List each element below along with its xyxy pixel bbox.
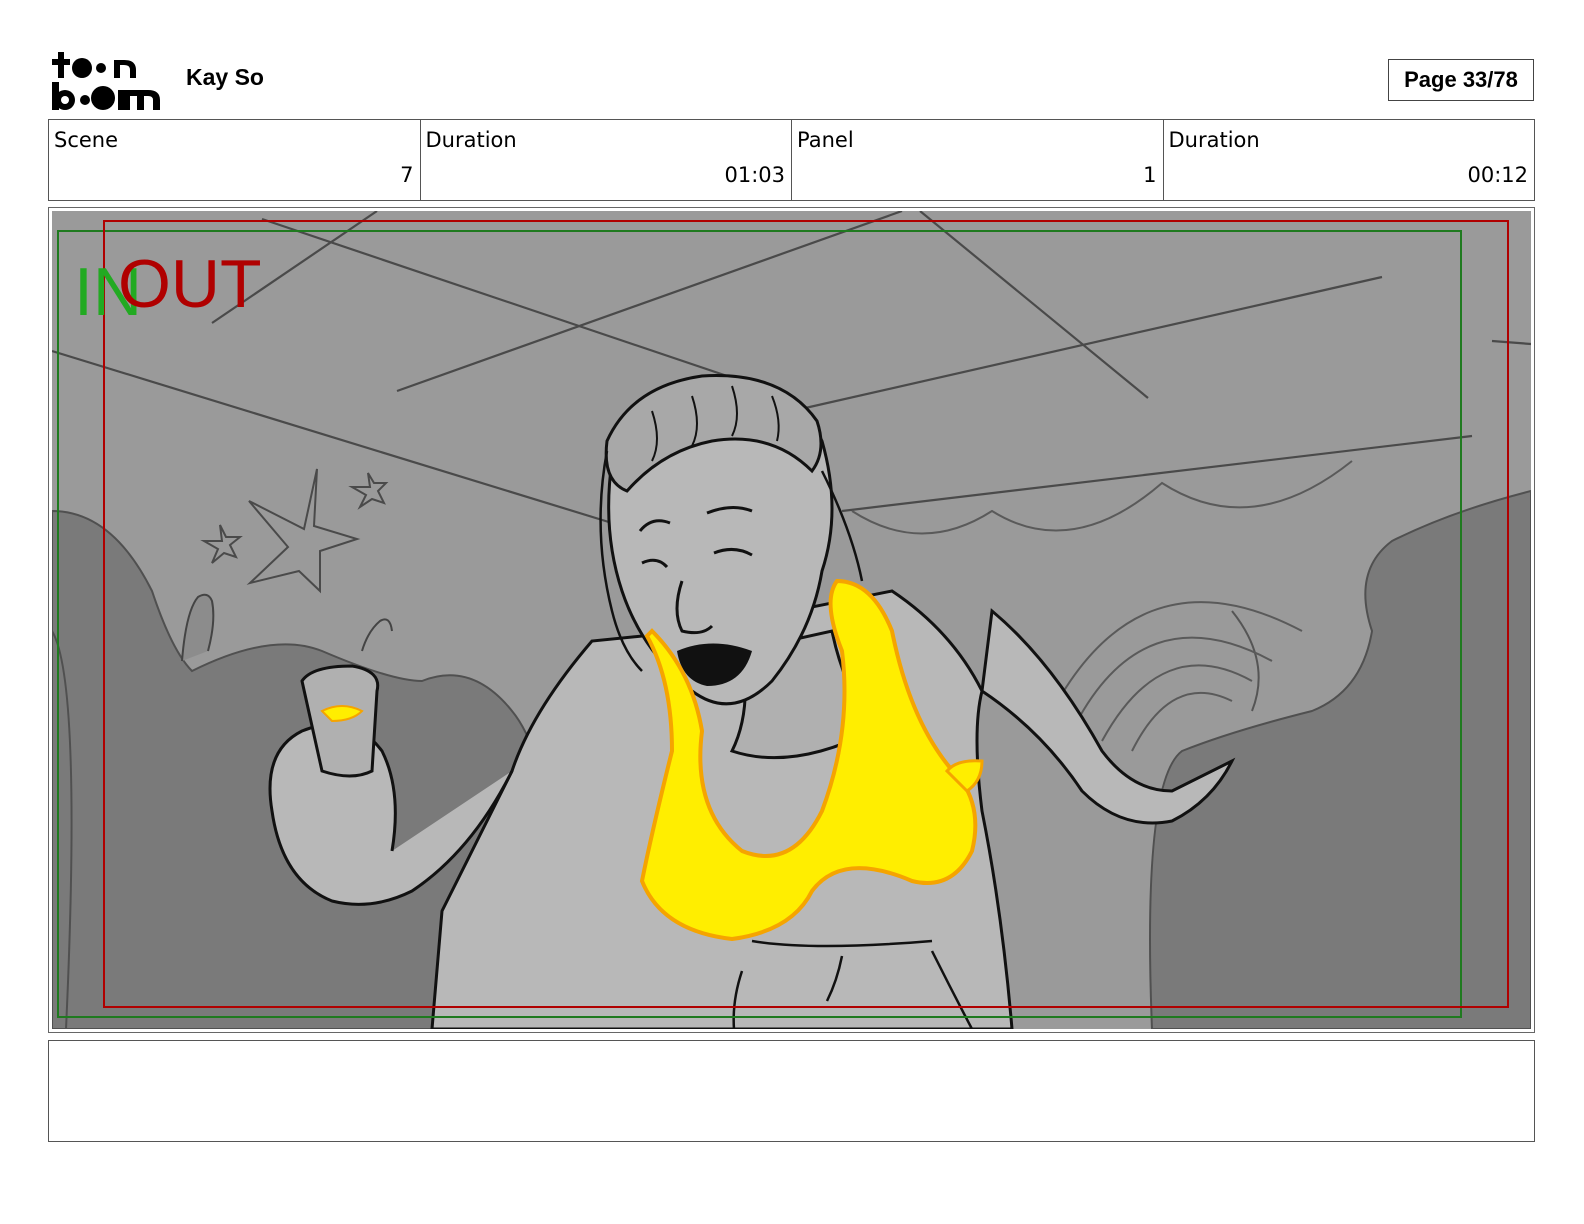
storyboard-panel-image: IN OUT	[52, 211, 1531, 1029]
panel-duration-value: 00:12	[1467, 163, 1528, 187]
toonboom-logo	[52, 50, 164, 112]
scene-duration-value: 01:03	[724, 163, 785, 187]
scene-value: 7	[400, 163, 414, 187]
panel-duration-cell: Duration 00:12	[1164, 120, 1535, 200]
scene-duration-label: Duration	[425, 128, 517, 152]
scene-label: Scene	[54, 128, 119, 152]
panel-value: 1	[1143, 163, 1157, 187]
panel-notes-box	[48, 1040, 1535, 1142]
panel-duration-label: Duration	[1168, 128, 1260, 152]
page-number: Page 33/78	[1388, 59, 1534, 101]
out-marker: OUT	[118, 246, 262, 322]
author-name: Kay So	[186, 64, 264, 90]
scene-cell: Scene 7	[49, 120, 421, 200]
scene-info-table: Scene 7 Duration 01:03 Panel 1 Duration …	[48, 119, 1535, 201]
panel-cell: Panel 1	[792, 120, 1164, 200]
scene-duration-cell: Duration 01:03	[421, 120, 792, 200]
panel-label: Panel	[797, 128, 854, 152]
